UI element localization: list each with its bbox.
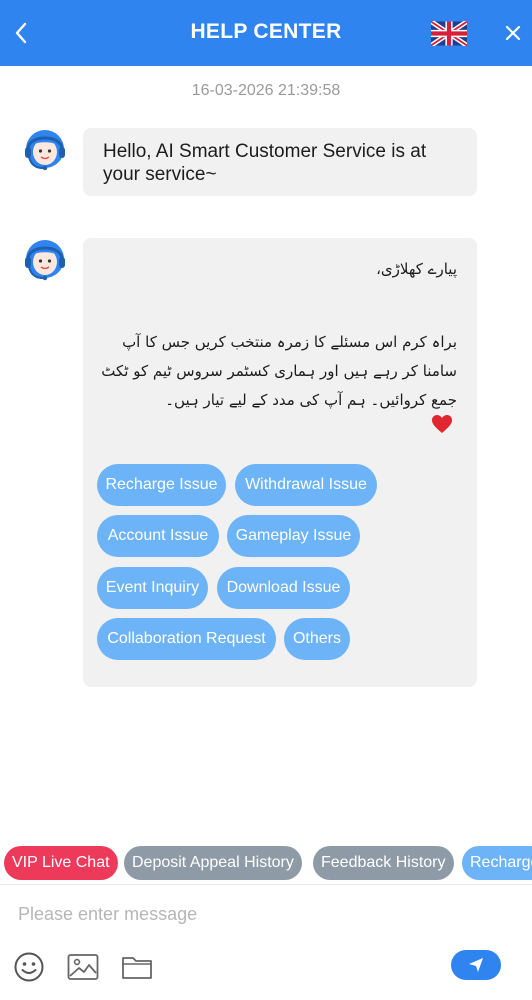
emoji-button[interactable] [12, 950, 46, 984]
heart-icon [432, 415, 452, 433]
message-timestamp: 16-03-2026 21:39:58 [191, 82, 341, 99]
folder-button[interactable] [120, 950, 154, 984]
category-event-inquiry[interactable]: Event Inquiry [97, 567, 208, 609]
agent-avatar-icon [25, 130, 65, 171]
emoji-icon [14, 952, 44, 982]
greeting-text: پیارے کھلاڑی، [376, 260, 457, 278]
agent-avatar-icon [25, 240, 65, 281]
image-icon [67, 954, 99, 980]
close-icon [505, 25, 521, 41]
category-message-bubble: پیارے کھلاڑی، براہ کرم اس مسئلے کا زمرہ … [83, 238, 477, 687]
category-withdrawal-issue[interactable]: Withdrawal Issue [235, 464, 377, 506]
quick-action-bar: VIP Live Chat Deposit Appeal History Fee… [0, 844, 532, 884]
instruction-text: براہ کرم اس مسئلے کا زمرہ منتخب کریں جس … [101, 333, 457, 409]
bot-message-bubble: Hello, AI Smart Customer Service is at y… [83, 128, 477, 196]
feedback-history-button[interactable]: Feedback History [313, 846, 454, 880]
header-bar: HELP CENTER [0, 0, 532, 66]
category-collaboration-request[interactable]: Collaboration Request [97, 618, 276, 660]
uk-flag-icon [429, 19, 469, 48]
language-button[interactable] [429, 19, 469, 48]
send-button[interactable] [451, 950, 501, 980]
composer-divider [0, 884, 532, 885]
image-button[interactable] [66, 950, 100, 984]
category-recharge-issue[interactable]: Recharge Issue [97, 464, 226, 506]
category-others[interactable]: Others [284, 618, 350, 660]
folder-icon [122, 957, 152, 979]
message-input[interactable] [10, 896, 510, 932]
category-gameplay-issue[interactable]: Gameplay Issue [227, 515, 360, 557]
deposit-appeal-history-button[interactable]: Deposit Appeal History [124, 846, 302, 880]
category-account-issue[interactable]: Account Issue [97, 515, 219, 557]
vip-live-chat-button[interactable]: VIP Live Chat [4, 846, 118, 880]
bot-message-text: Hello, AI Smart Customer Service is at y… [103, 141, 427, 185]
category-download-issue[interactable]: Download Issue [217, 567, 350, 609]
send-icon [469, 958, 483, 972]
close-button[interactable] [498, 18, 528, 48]
recharge-button[interactable]: Recharge [462, 846, 532, 880]
